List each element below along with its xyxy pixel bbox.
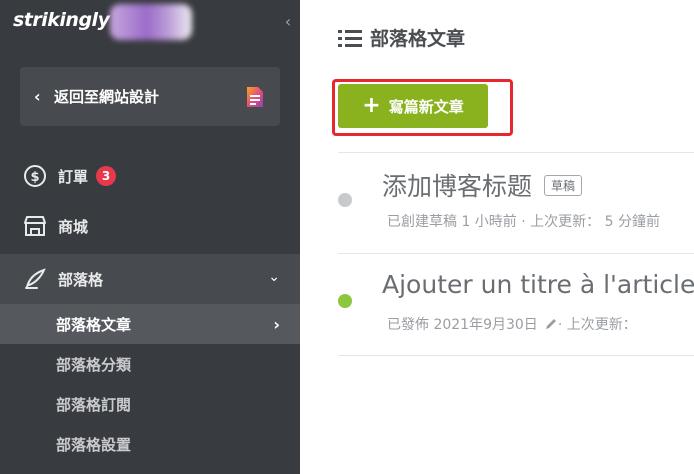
plus-icon: +	[362, 93, 381, 118]
post-meta: 已發佈 2021年9月30日 · 上次更新：	[387, 314, 637, 334]
last-updated-label: · 上次更新：	[557, 317, 637, 333]
sidebar-subitem-blog-categories[interactable]: 部落格分類	[0, 344, 300, 384]
draft-tag: 草稿	[544, 174, 583, 196]
orders-count-badge: 3	[96, 166, 117, 186]
page-title: 部落格文章	[338, 24, 465, 51]
divider	[338, 355, 694, 356]
collapse-sidebar-chevron-icon[interactable]: ‹	[280, 12, 296, 32]
post-item[interactable]: 添加博客标题 草稿 已創建草稿 1 小時前 · 上次更新： 5 分鐘前	[338, 153, 694, 253]
post-title[interactable]: 添加博客标题	[382, 167, 532, 203]
sidebar-subitem-label: 部落格文章	[56, 315, 132, 334]
sidebar-item-orders[interactable]: $ 訂單 3	[0, 156, 300, 196]
strikingly-logo: strikingly	[13, 9, 110, 31]
quill-pen-icon	[22, 266, 48, 292]
post-title[interactable]: Ajouter un titre à l'article de blog	[382, 270, 694, 299]
published-date: 已發佈 2021年9月30日	[387, 317, 538, 333]
sidebar-item-label: 部落格	[58, 270, 104, 289]
sidebar-item-store[interactable]: 商城	[0, 206, 300, 246]
sidebar-subitem-blog-subscriptions[interactable]: 部落格訂閱	[0, 384, 300, 424]
sidebar-subitem-label: 部落格分類	[56, 355, 132, 374]
page-editor-icon	[247, 87, 263, 107]
svg-text:$: $	[30, 170, 39, 185]
main-content: 部落格文章 + 寫篇新文章 添加博客标题 草稿 已創建草稿 1 小時前 · 上次…	[300, 0, 694, 474]
sidebar: strikingly ‹ ‹ 返回至網站設計 $ 訂單 3 商城 部落格 ⌄ 部…	[0, 0, 300, 474]
blurred-site-name	[110, 4, 192, 40]
sidebar-subitem-blog-settings[interactable]: 部落格設置	[0, 424, 300, 464]
new-post-button[interactable]: + 寫篇新文章	[338, 84, 488, 128]
sidebar-subitem-blog-posts[interactable]: 部落格文章 ›	[0, 304, 300, 344]
sidebar-item-label: 訂單	[58, 167, 89, 186]
draft-status-dot	[338, 193, 352, 207]
dollar-circle-icon: $	[22, 163, 48, 189]
pencil-icon[interactable]	[544, 317, 558, 331]
sidebar-subitem-label: 部落格設置	[56, 435, 132, 454]
sidebar-item-label: 商城	[58, 217, 89, 236]
sidebar-subitem-label: 部落格訂閱	[56, 395, 132, 414]
chevron-left-icon: ‹	[34, 87, 41, 106]
page-title-text: 部落格文章	[370, 28, 466, 50]
published-status-dot	[338, 294, 352, 308]
store-icon	[22, 213, 48, 239]
list-icon	[338, 29, 362, 47]
back-to-site-design-button[interactable]: ‹ 返回至網站設計	[20, 67, 280, 126]
sidebar-item-blog[interactable]: 部落格 ⌄	[0, 254, 300, 304]
new-post-label: 寫篇新文章	[388, 97, 464, 116]
post-item[interactable]: Ajouter un titre à l'article de blog 已發佈…	[338, 254, 694, 354]
chevron-down-icon: ⌄	[268, 269, 280, 285]
back-to-site-design-label: 返回至網站設計	[54, 88, 160, 106]
post-meta: 已創建草稿 1 小時前 · 上次更新： 5 分鐘前	[387, 214, 660, 230]
chevron-right-icon: ›	[273, 314, 280, 334]
